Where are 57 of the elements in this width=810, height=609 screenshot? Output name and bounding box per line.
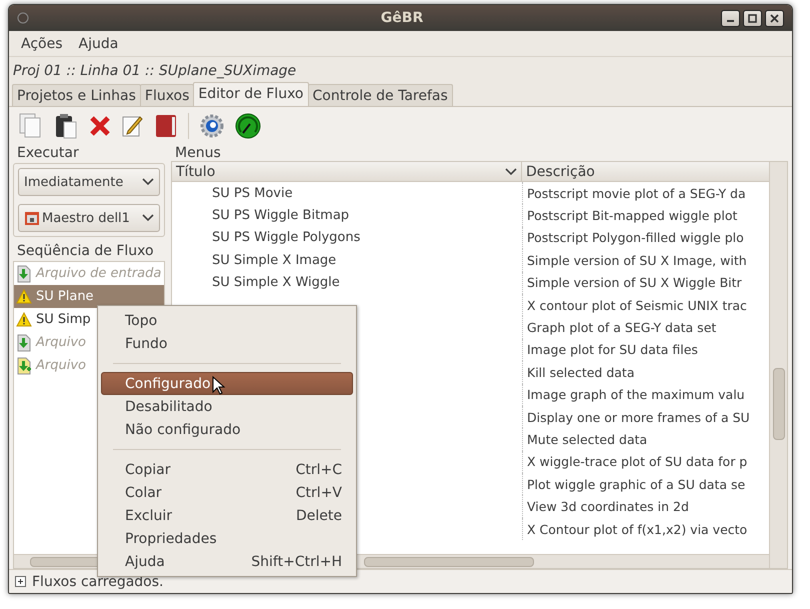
minimize-icon xyxy=(727,20,734,22)
column-header[interactable]: Descrição xyxy=(522,162,769,181)
breadcrumb: Proj 01 :: Linha 01 :: SUplane_SUXimage xyxy=(12,62,298,81)
context-menu-item[interactable]: Copiar Ctrl+C xyxy=(101,458,353,481)
warning-icon xyxy=(16,312,32,327)
sort-icon xyxy=(505,168,517,176)
window-title: GêBR xyxy=(380,10,424,26)
warning-icon xyxy=(16,289,32,304)
server-dropdown[interactable]: Maestro dell1 xyxy=(18,204,160,232)
gear-icon[interactable] xyxy=(200,114,224,138)
gauge-icon[interactable] xyxy=(235,113,261,139)
table-cell-text: SU PS Wiggle Bitmap xyxy=(211,208,350,224)
status-text: Fluxos carregados. xyxy=(32,574,164,590)
table-cell-text: SU PS Movie xyxy=(211,186,294,201)
expander-icon[interactable] xyxy=(15,576,26,587)
table-cell-text: SU Simple X Wiggle xyxy=(211,275,341,290)
file-arrow-icon xyxy=(16,334,32,352)
close-icon xyxy=(770,14,779,22)
dictionary-icon[interactable] xyxy=(155,114,177,138)
vertical-scrollbar[interactable] xyxy=(769,162,787,568)
table-cell-text: SU Simple X Image xyxy=(211,252,338,268)
delete-icon[interactable] xyxy=(89,115,111,137)
minimize-button[interactable] xyxy=(721,10,740,26)
server-icon xyxy=(24,210,40,226)
context-menu-item[interactable]: Excluir Delete xyxy=(101,504,353,527)
tab[interactable]: Projetos e Linhas xyxy=(12,84,141,106)
tab[interactable]: Editor de Fluxo xyxy=(193,82,308,106)
paste-icon[interactable] xyxy=(54,113,78,139)
close-button[interactable] xyxy=(765,10,784,26)
context-menu-item[interactable]: Ajuda Shift+Ctrl+H xyxy=(101,550,353,573)
tab[interactable]: Fluxos xyxy=(140,84,194,106)
context-menu-item[interactable]: Topo xyxy=(101,309,353,332)
section-label: Seqüência de Fluxo xyxy=(16,243,155,259)
maximize-icon xyxy=(748,14,757,22)
context-menu-item[interactable]: Desabilitado xyxy=(101,395,353,418)
tab[interactable]: Controle de Tarefas xyxy=(308,84,453,106)
context-menu-item[interactable]: Propriedades xyxy=(101,527,353,550)
context-menu-item[interactable]: Não configurado xyxy=(101,418,353,441)
column-header[interactable]: Título xyxy=(172,162,522,181)
file-add-icon xyxy=(16,356,32,374)
menu-item[interactable]: Ajuda xyxy=(72,34,124,54)
context-menu-item[interactable]: Colar Ctrl+V xyxy=(101,481,353,504)
window-menu-icon xyxy=(17,12,29,24)
context-menu-item[interactable]: Fundo xyxy=(101,332,353,355)
cursor-icon xyxy=(212,376,226,396)
context-menu-item[interactable]: Configurado xyxy=(101,372,353,395)
run-mode-dropdown[interactable]: Imediatamente xyxy=(18,168,160,196)
menu-item[interactable]: Ações xyxy=(15,34,69,54)
section-label: Menus xyxy=(174,145,222,161)
caret-icon xyxy=(142,214,154,222)
section-label: Executar xyxy=(16,145,80,161)
caret-icon xyxy=(142,178,154,186)
maximize-button[interactable] xyxy=(743,10,762,26)
edit-icon[interactable] xyxy=(122,114,144,138)
table-cell-text: SU PS Wiggle Polygons xyxy=(211,230,362,246)
file-arrow-icon xyxy=(16,264,32,282)
flow-item[interactable]: SU Plane xyxy=(14,285,164,308)
